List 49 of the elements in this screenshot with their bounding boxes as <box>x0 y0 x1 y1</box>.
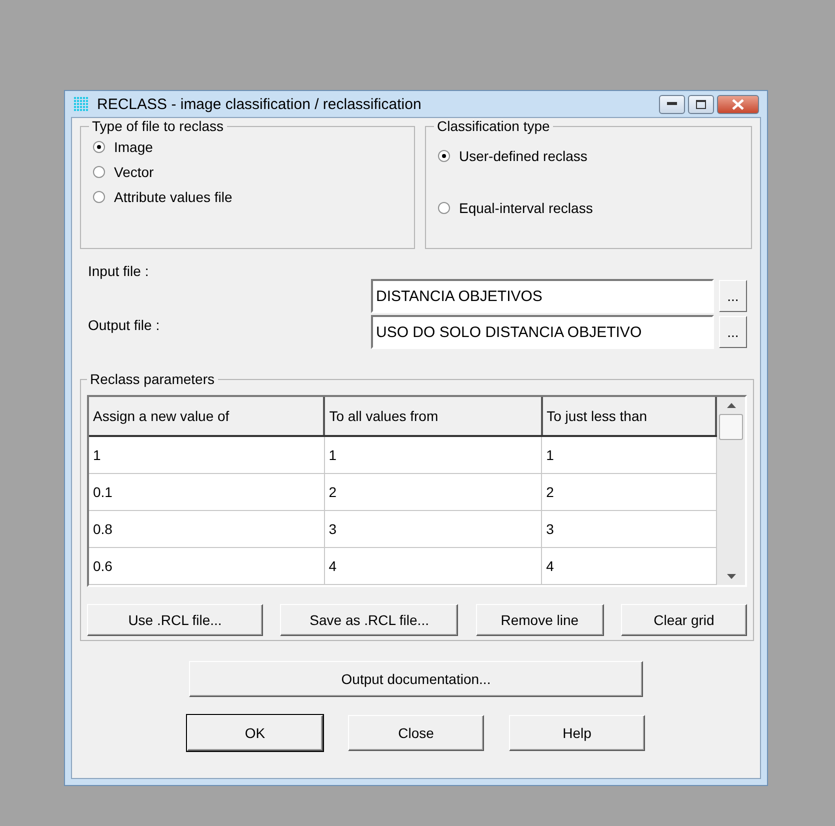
down-arrow-icon <box>726 574 736 579</box>
radio-option[interactable]: Attribute values file <box>93 189 406 205</box>
radio-option[interactable]: User-defined reclass <box>438 148 743 164</box>
dialog-button[interactable]: OK <box>187 715 323 751</box>
browse-button[interactable]: ... <box>719 280 747 312</box>
close-button[interactable] <box>717 94 759 114</box>
dialog-button[interactable]: Close <box>348 715 484 751</box>
radio-option[interactable]: Image <box>93 139 406 155</box>
table-cell[interactable]: 0.8 <box>89 510 324 548</box>
browse-button[interactable]: ... <box>719 316 747 348</box>
grid-icon <box>73 96 89 112</box>
radio-option[interactable]: Vector <box>93 164 406 180</box>
grid-action-button[interactable]: Save as .RCL file... <box>280 604 458 636</box>
file-name-field[interactable]: USO DO SOLO DISTANCIA OBJETIVO <box>371 315 714 349</box>
table-cell[interactable]: 2 <box>324 474 542 510</box>
grid-action-button[interactable]: Use .RCL file... <box>87 604 263 636</box>
group-title: Reclass parameters <box>89 371 216 387</box>
table-cell[interactable]: 4 <box>324 548 542 584</box>
table-cell[interactable]: 1 <box>89 436 324 474</box>
column-header: To just less than <box>542 397 716 436</box>
dialog-button[interactable]: Help <box>509 715 645 751</box>
close-icon <box>732 98 744 110</box>
maximize-button[interactable] <box>688 94 714 114</box>
minimize-icon <box>667 102 677 106</box>
scrollbar-thumb[interactable] <box>719 414 744 440</box>
radio-option[interactable]: Equal-interval reclass <box>438 200 743 216</box>
window-title: RECLASS - image classification / reclassification <box>97 96 422 112</box>
table-cell[interactable]: 1 <box>542 436 716 474</box>
maximize-icon <box>696 100 706 108</box>
grid-action-button[interactable]: Clear grid <box>620 604 747 636</box>
table-cell[interactable]: 4 <box>542 548 716 584</box>
column-header: To all values from <box>324 397 542 436</box>
table-cell[interactable]: 3 <box>324 510 542 548</box>
field-label: Output file : <box>87 316 161 333</box>
column-header: Assign a new value of <box>89 397 324 436</box>
field-label: Input file : <box>87 263 150 279</box>
output-documentation-button[interactable]: Output documentation... <box>189 661 643 697</box>
table-cell[interactable]: 0.6 <box>89 548 324 584</box>
minimize-button[interactable] <box>659 94 685 114</box>
grid-action-button[interactable]: Remove line <box>476 604 604 636</box>
group-title: Type of file to reclass <box>91 118 225 134</box>
table-cell[interactable]: 3 <box>542 510 716 548</box>
up-arrow-icon <box>726 403 736 408</box>
file-name-field[interactable]: DISTANCIA OBJETIVOS <box>371 279 714 313</box>
group-title: Classification type <box>436 118 551 134</box>
table-cell[interactable]: 2 <box>542 474 716 510</box>
table-cell[interactable]: 0.1 <box>89 474 324 510</box>
vertical-scrollbar[interactable] <box>717 397 745 585</box>
table-cell[interactable]: 1 <box>324 436 542 474</box>
